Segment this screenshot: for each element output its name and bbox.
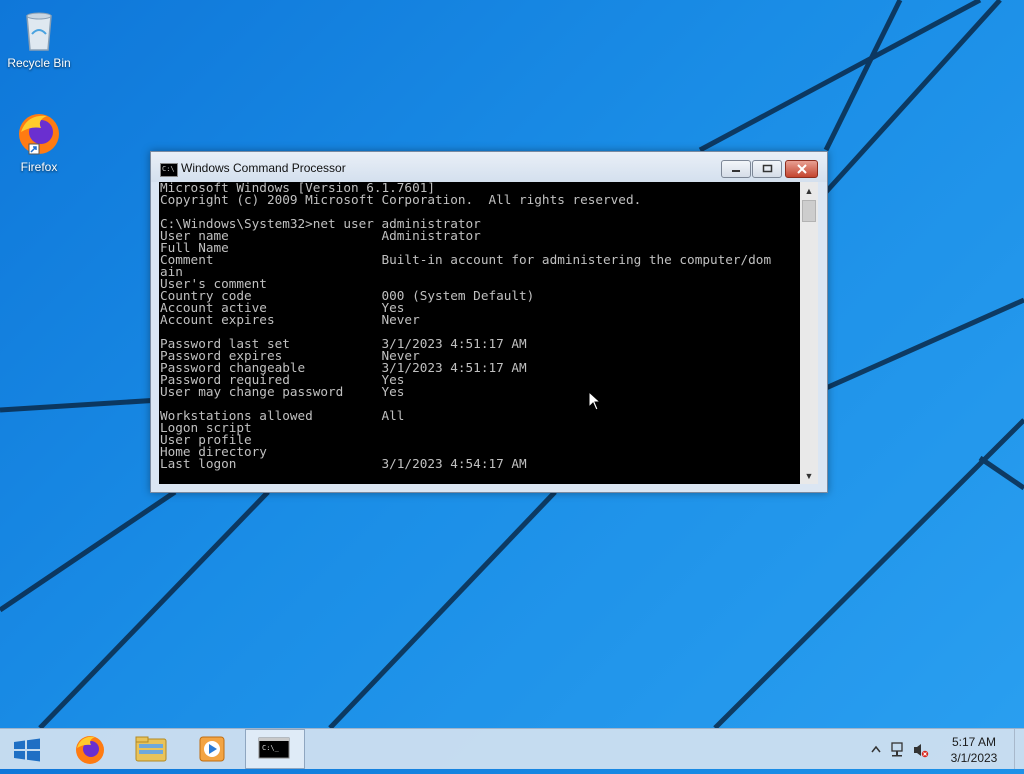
scroll-down-button[interactable]: ▼ [800, 467, 818, 484]
firefox-icon [76, 736, 104, 764]
taskbar-file-explorer-button[interactable] [124, 729, 178, 769]
system-tray [866, 729, 936, 769]
scroll-up-button[interactable]: ▲ [800, 182, 818, 199]
media-player-icon [199, 736, 225, 762]
cmd-icon: C:\_ [258, 737, 290, 759]
console-output[interactable]: Microsoft Windows [Version 6.1.7601] Cop… [159, 182, 800, 484]
chevron-up-icon: ▲ [804, 185, 814, 196]
volume-muted-icon[interactable] [914, 744, 929, 758]
clock-time: 5:17 AM [951, 735, 997, 749]
desktop-icon-label: Recycle Bin [7, 56, 71, 70]
window-titlebar[interactable]: C:\ Windows Command Processor [151, 152, 827, 182]
minimize-icon [722, 161, 750, 177]
restore-icon [753, 161, 781, 177]
firefox-icon [15, 110, 63, 158]
taskbar-cmd-button[interactable]: C:\_ [245, 729, 305, 769]
desktop-icon-firefox[interactable]: Firefox [1, 110, 77, 174]
folder-icon [135, 736, 167, 762]
restore-button[interactable] [752, 160, 782, 178]
mouse-cursor-icon [588, 391, 602, 411]
command-prompt-window[interactable]: C:\ Windows Command Processor Microsoft … [150, 151, 828, 493]
scrollbar-thumb[interactable] [802, 200, 816, 222]
windows-logo-icon [14, 738, 40, 762]
svg-text:C:\_: C:\_ [262, 744, 280, 752]
close-icon [786, 161, 817, 177]
show-hidden-icons-icon[interactable] [871, 745, 881, 753]
window-title: Windows Command Processor [181, 161, 346, 175]
desktop-icon-label: Firefox [20, 160, 58, 174]
taskbar-firefox-button[interactable] [64, 729, 116, 769]
vertical-scrollbar[interactable]: ▲ ▼ [800, 182, 818, 484]
chevron-down-icon: ▼ [804, 470, 814, 481]
clock[interactable]: 5:17 AM 3/1/2023 [940, 734, 1008, 766]
desktop-icon-recycle-bin[interactable]: Recycle Bin [1, 6, 77, 70]
network-icon[interactable] [891, 742, 903, 757]
clock-date: 3/1/2023 [950, 751, 998, 765]
cmd-icon: C:\ [160, 163, 178, 177]
minimize-button[interactable] [721, 160, 751, 178]
taskbar: C:\_ 5:17 AM 3/1/2023 [0, 728, 1024, 769]
recycle-bin-icon [15, 6, 63, 54]
taskbar-media-player-button[interactable] [186, 729, 238, 769]
console-text: Microsoft Windows [Version 6.1.7601] Cop… [160, 182, 772, 471]
start-button[interactable] [0, 729, 54, 769]
show-desktop-button[interactable] [1014, 729, 1024, 769]
close-button[interactable] [785, 160, 818, 178]
